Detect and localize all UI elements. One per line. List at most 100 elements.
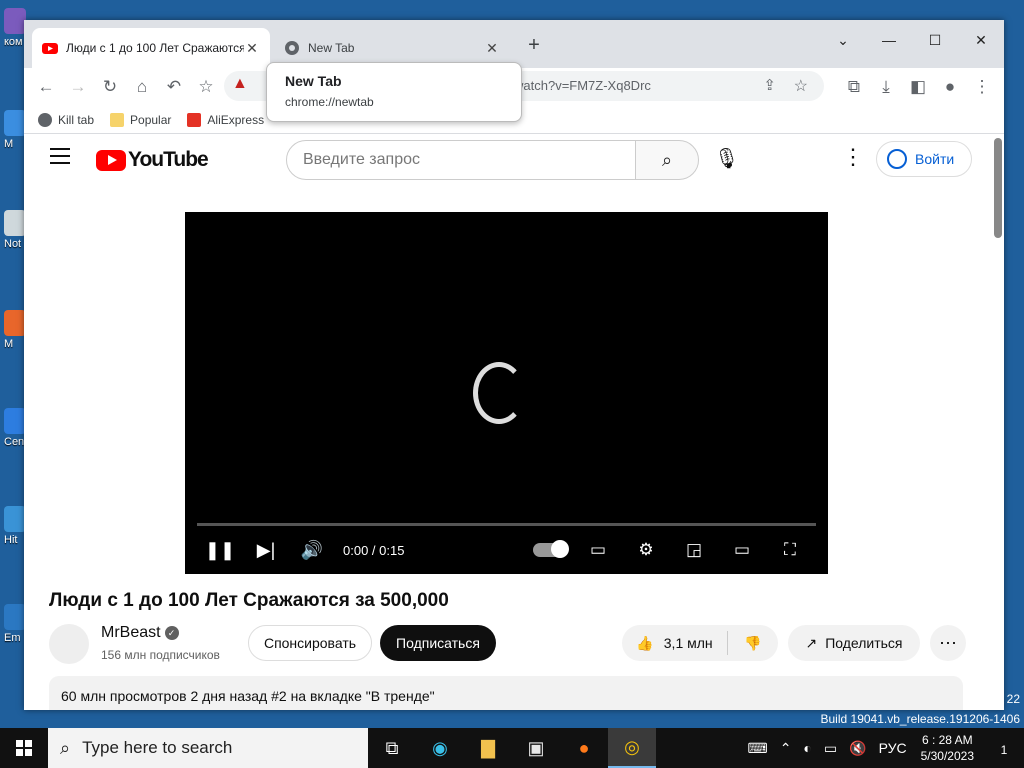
- windows-logo-icon: [16, 740, 32, 756]
- chevron-up-icon[interactable]: ⌃: [780, 740, 792, 757]
- fullscreen-icon[interactable]: ⛶: [766, 540, 814, 560]
- desktop-icon[interactable]: M: [4, 110, 26, 150]
- search-input[interactable]: Введите запрос: [286, 140, 636, 180]
- app-icon: [4, 8, 26, 34]
- share-button[interactable]: ↗ Поделиться: [788, 625, 920, 661]
- back-icon[interactable]: ←: [30, 71, 62, 103]
- crop-icon[interactable]: ⧉: [838, 71, 870, 103]
- bookmark-star-icon[interactable]: ☆: [794, 76, 808, 96]
- new-tab-button[interactable]: +: [522, 34, 546, 57]
- volume-icon[interactable]: 🔊: [289, 540, 335, 561]
- star-icon[interactable]: ☆: [190, 71, 222, 103]
- meet-now-icon[interactable]: ◐: [803, 740, 811, 756]
- app-icon: [4, 110, 26, 136]
- channel-row: MrBeast ✓ 156 млн подписчиков Спонсироват…: [49, 624, 979, 664]
- description-box[interactable]: 60 млн просмотров 2 дня назад #2 на вкла…: [49, 676, 963, 710]
- home-icon[interactable]: ⌂: [126, 71, 158, 103]
- desktop-corner-text: 22: [1006, 692, 1020, 706]
- task-view-icon[interactable]: ⧉: [368, 728, 416, 768]
- sign-in-button[interactable]: Войти: [876, 141, 972, 177]
- hover-card-url: chrome://newtab: [285, 95, 374, 109]
- taskbar-search[interactable]: ⌕ Type here to search: [48, 728, 368, 768]
- profile-icon[interactable]: ●: [934, 71, 966, 103]
- youtube-logo[interactable]: YouTube: [96, 148, 209, 172]
- channel-name[interactable]: MrBeast: [101, 624, 161, 641]
- app-icon: [4, 506, 26, 532]
- bookmark-aliexpress[interactable]: AliExpress: [187, 112, 264, 127]
- download-icon[interactable]: ⤓: [870, 71, 902, 103]
- clock-time: 6 : 28 AM: [921, 733, 973, 747]
- warning-icon[interactable]: ▲: [232, 75, 248, 93]
- firefox-icon[interactable]: ●: [560, 728, 608, 768]
- bookmark-kill-tab[interactable]: Kill tab: [38, 112, 94, 127]
- desktop-icon[interactable]: Em: [4, 604, 26, 644]
- keyboard-icon[interactable]: ⌨: [747, 740, 767, 757]
- channel-avatar[interactable]: [49, 624, 89, 664]
- desktop-icon[interactable]: ком: [4, 8, 26, 48]
- system-tray: ⌨ ⌃ ◐ ▭ 🔇 РУС 6 : 28 AM 5/30/2023 1: [741, 728, 1024, 768]
- microphone-icon[interactable]: 🎙: [714, 146, 739, 171]
- tab-youtube[interactable]: Люди с 1 до 100 Лет Сражаются ✕: [32, 28, 270, 68]
- theater-mode-icon[interactable]: ▭: [718, 540, 766, 560]
- autoplay-toggle[interactable]: [533, 540, 569, 558]
- globe-icon: [38, 112, 52, 127]
- volume-muted-icon[interactable]: 🔇: [849, 740, 866, 757]
- subscribe-button[interactable]: Подписаться: [380, 625, 496, 661]
- desktop-icon-label: Em: [4, 632, 21, 644]
- menu-icon[interactable]: [50, 148, 70, 169]
- minimize-button[interactable]: —: [866, 26, 912, 54]
- hover-card-title: New Tab: [285, 73, 342, 89]
- forward-icon[interactable]: →: [62, 71, 94, 103]
- network-icon[interactable]: ▭: [824, 740, 837, 757]
- search-button[interactable]: ⌕: [635, 140, 699, 180]
- search-icon: ⌕: [661, 150, 673, 170]
- pause-icon[interactable]: ❚❚: [197, 540, 243, 561]
- tab-search-icon[interactable]: ⌄: [820, 26, 866, 54]
- app-icon: [4, 604, 26, 630]
- desktop-icon[interactable]: Hit: [4, 506, 26, 546]
- settings-kebab-icon[interactable]: ⋮: [842, 144, 864, 170]
- maximize-button[interactable]: ☐: [912, 26, 958, 54]
- player-controls: ❚❚ ▶| 🔊 0:00 / 0:15 ▭ ⚙ ◲ ▭ ⛶: [185, 534, 828, 566]
- menu-kebab-icon[interactable]: ⋮: [966, 71, 998, 103]
- video-meta: 60 млн просмотров 2 дня назад #2 на вкла…: [61, 688, 435, 704]
- sponsor-button[interactable]: Спонсировать: [248, 625, 372, 661]
- close-tab-icon[interactable]: ✕: [484, 40, 500, 57]
- start-button[interactable]: [0, 728, 48, 768]
- more-actions-icon[interactable]: ⋯: [930, 625, 966, 661]
- tab-title: New Tab: [308, 41, 355, 55]
- youtube-favicon-icon: [42, 43, 58, 54]
- video-player[interactable]: ❚❚ ▶| 🔊 0:00 / 0:15 ▭ ⚙ ◲ ▭ ⛶: [185, 212, 828, 574]
- clock-date: 5/30/2023: [920, 749, 974, 763]
- like-button[interactable]: 👍 3,1 млн: [622, 635, 727, 652]
- share-page-icon[interactable]: ⇪: [763, 76, 776, 94]
- undo-icon[interactable]: ↶: [158, 71, 190, 103]
- settings-gear-icon[interactable]: ⚙: [622, 540, 670, 560]
- page-scrollbar[interactable]: [994, 138, 1002, 238]
- clock[interactable]: 6 : 28 AM 5/30/2023: [921, 732, 974, 764]
- close-tab-icon[interactable]: ✕: [244, 40, 260, 57]
- desktop-icon-label: M: [4, 338, 14, 350]
- file-explorer-icon[interactable]: ▇: [464, 728, 512, 768]
- bookmark-popular[interactable]: Popular: [110, 112, 171, 127]
- progress-bar[interactable]: [197, 523, 816, 526]
- miniplayer-icon[interactable]: ◲: [670, 540, 718, 560]
- notification-icon[interactable]: 1: [984, 738, 1024, 759]
- reload-icon[interactable]: ↻: [94, 71, 126, 103]
- desktop-icon-label: M: [4, 138, 14, 150]
- tab-strip: Люди с 1 до 100 Лет Сражаются ✕ New Tab …: [24, 20, 1004, 68]
- channel-name-row[interactable]: MrBeast ✓: [101, 624, 179, 642]
- desktop-icon[interactable]: M: [4, 310, 26, 350]
- close-window-button[interactable]: ✕: [958, 26, 1004, 54]
- language-indicator[interactable]: РУС: [879, 740, 907, 756]
- side-panel-icon[interactable]: ◧: [902, 71, 934, 103]
- taskbar-search-placeholder: Type here to search: [82, 738, 233, 757]
- store-icon[interactable]: ▣: [512, 728, 560, 768]
- edge-icon[interactable]: ◉: [416, 728, 464, 768]
- chrome-icon[interactable]: ◎: [608, 728, 656, 768]
- desktop-icon[interactable]: Not: [4, 210, 26, 250]
- desktop-icon[interactable]: Cen: [4, 408, 26, 448]
- dislike-button[interactable]: 👎: [728, 635, 778, 652]
- subtitles-icon[interactable]: ▭: [574, 540, 622, 560]
- next-icon[interactable]: ▶|: [243, 540, 289, 561]
